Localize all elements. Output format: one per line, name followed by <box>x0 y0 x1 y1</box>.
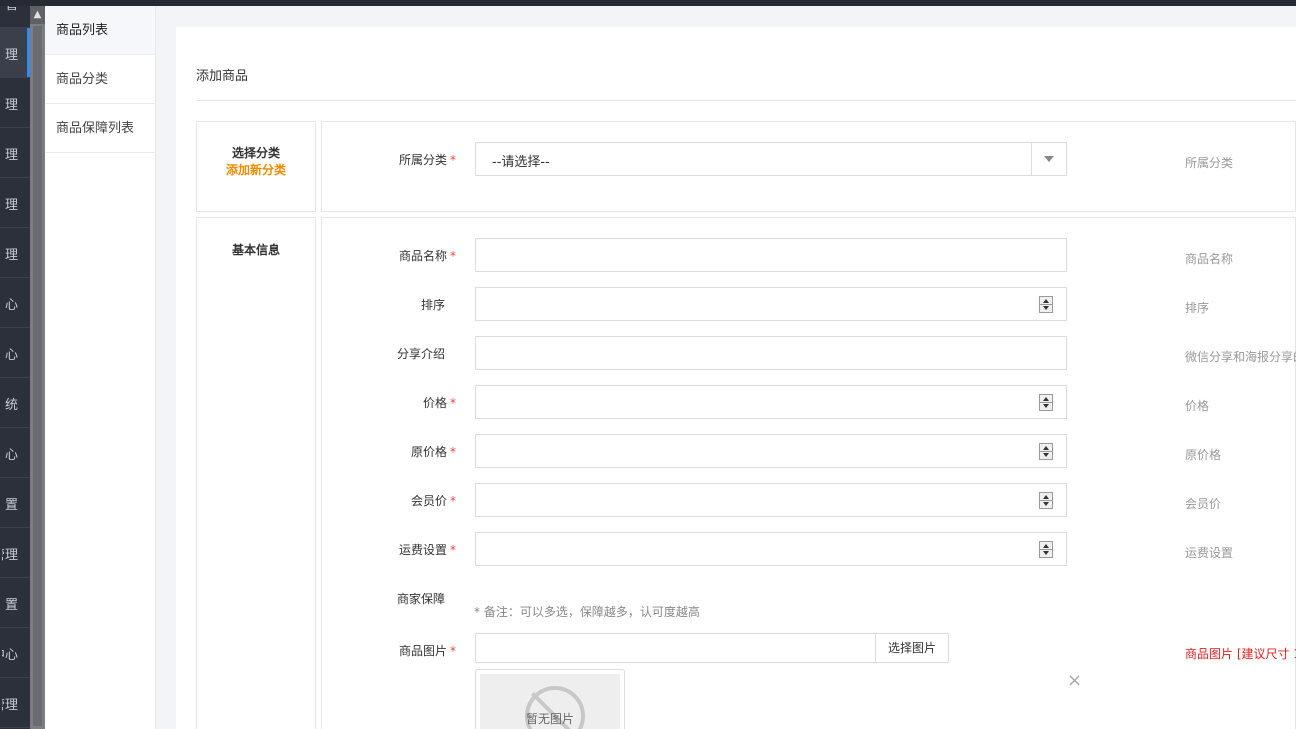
field-label: 分享介绍 <box>396 347 445 361</box>
product-name-input[interactable] <box>475 238 1067 272</box>
field-hint: 排序 <box>1185 301 1210 315</box>
sidebar-item[interactable]: 管理 <box>0 528 30 578</box>
number-stepper-icon[interactable] <box>1039 394 1053 411</box>
image-preview: 暂无图片 <box>475 669 625 729</box>
sidebar-item[interactable]: 理 <box>0 178 30 228</box>
sidebar-item-label: 统 <box>4 398 18 413</box>
submenu-item-product-list[interactable]: 商品列表 <box>45 6 155 55</box>
field-hint: 微信分享和海报分享的介绍 <box>1185 350 1296 364</box>
page-title: 添加商品 <box>196 69 249 84</box>
field-hint: 原价格 <box>1185 448 1222 462</box>
no-image-text: 暂无图片 <box>525 712 574 726</box>
number-stepper-icon[interactable] <box>1039 492 1053 509</box>
sidebar-item[interactable]: 管 <box>0 6 30 28</box>
section-title: 基本信息 <box>231 243 280 257</box>
submenu-item-product-category[interactable]: 商品分类 <box>45 55 155 104</box>
sort-input[interactable] <box>475 287 1067 321</box>
share-intro-input[interactable] <box>475 336 1067 370</box>
number-stepper-icon[interactable] <box>1039 443 1053 460</box>
price-input[interactable] <box>475 385 1067 419</box>
sidebar-item-label: 管理 <box>2 548 18 563</box>
field-label: 商家保障 <box>396 592 445 606</box>
sidebar-item[interactable]: 统 <box>0 378 30 428</box>
number-stepper-icon[interactable] <box>1039 296 1053 313</box>
top-bar <box>0 0 1296 6</box>
sidebar-item-label: 心 <box>4 298 18 313</box>
field-label: 运费设置 * <box>398 543 456 557</box>
scroll-up-icon[interactable]: ▲ <box>30 6 45 24</box>
field-label: 所属分类 * <box>398 153 456 167</box>
chevron-down-icon[interactable] <box>1031 143 1066 175</box>
image-path-input[interactable] <box>475 633 877 663</box>
main-sidebar: 管 理 理 理 理 理 心 心 统 心 置 管理 置 中心 管理 <box>0 6 30 729</box>
sidebar-item[interactable]: 心 <box>0 328 30 378</box>
category-select[interactable]: --请选择-- <box>475 142 1067 176</box>
select-image-button[interactable]: 选择图片 <box>875 633 949 663</box>
sidebar-item-label: 心 <box>4 348 18 363</box>
sidebar-item-active[interactable]: 理 <box>0 28 30 78</box>
sidebar-item[interactable]: 理 <box>0 128 30 178</box>
image-hint: 商品图片 [建议尺寸 1 <box>1185 647 1296 661</box>
original-price-input[interactable] <box>475 434 1067 468</box>
sidebar-item-label: 理 <box>4 198 18 213</box>
field-hint: 商品名称 <box>1185 252 1234 266</box>
sidebar-item-label: 理 <box>4 98 18 113</box>
sidebar-item-label: 理 <box>4 148 18 163</box>
sidebar-item-label: 心 <box>4 448 18 463</box>
member-price-input[interactable] <box>475 483 1067 517</box>
sidebar-item[interactable]: 理 <box>0 228 30 278</box>
field-label: 原价格 * <box>410 445 456 459</box>
sidebar-item-label: 管理 <box>2 698 18 713</box>
number-stepper-icon[interactable] <box>1039 541 1053 558</box>
field-hint: 会员价 <box>1185 497 1222 511</box>
category-section-label: 选择分类 添加新分类 <box>196 121 316 212</box>
close-icon[interactable]: × <box>1067 670 1082 691</box>
field-label: 会员价 * <box>410 494 456 508</box>
field-hint: 运费设置 <box>1185 546 1234 560</box>
sidebar-item-label: 置 <box>4 598 18 613</box>
field-label: 价格 * <box>422 396 456 410</box>
field-hint: 价格 <box>1185 399 1210 413</box>
sidebar-item-label: 理 <box>4 248 18 263</box>
submenu-item-guarantee-list[interactable]: 商品保障列表 <box>45 104 155 153</box>
main-panel: 添加商品 选择分类 添加新分类 所属分类 * --请选择-- 所属分类 基本信息 … <box>176 27 1296 729</box>
add-category-link[interactable]: 添加新分类 <box>197 161 315 178</box>
sidebar-item-label: 置 <box>4 498 18 513</box>
field-label: 排序 <box>420 298 445 312</box>
sidebar-item[interactable]: 管理 <box>0 678 30 728</box>
scrollbar-thumb[interactable] <box>33 26 42 726</box>
guarantee-note: * 备注：可以多选，保障越多，认可度越高 <box>474 605 700 619</box>
sidebar-item[interactable]: 理 <box>0 78 30 128</box>
image-placeholder: 暂无图片 <box>480 674 620 729</box>
select-value: --请选择-- <box>492 155 550 170</box>
field-label: 商品名称 * <box>398 249 456 263</box>
field-hint: 所属分类 <box>1185 156 1234 170</box>
sidebar-item[interactable]: 心 <box>0 278 30 328</box>
shipping-input[interactable] <box>475 532 1067 566</box>
sidebar-item[interactable]: 中心 <box>0 628 30 678</box>
sidebar-item[interactable]: 置 <box>0 478 30 528</box>
sidebar-item-label: 中心 <box>2 648 18 663</box>
field-label: 商品图片 * <box>398 644 456 658</box>
basic-section-label: 基本信息 <box>196 217 316 729</box>
section-title: 选择分类 <box>231 146 280 160</box>
sidebar-item[interactable]: 置 <box>0 578 30 628</box>
sidebar-item[interactable]: 心 <box>0 428 30 478</box>
sub-menu: 商品列表 商品分类 商品保障列表 <box>45 6 156 729</box>
sidebar-item-label: 理 <box>4 48 18 63</box>
divider <box>196 100 1296 101</box>
sidebar-item-label: 管 <box>2 6 18 13</box>
sidebar-scrollbar[interactable]: ▲ <box>30 6 45 729</box>
